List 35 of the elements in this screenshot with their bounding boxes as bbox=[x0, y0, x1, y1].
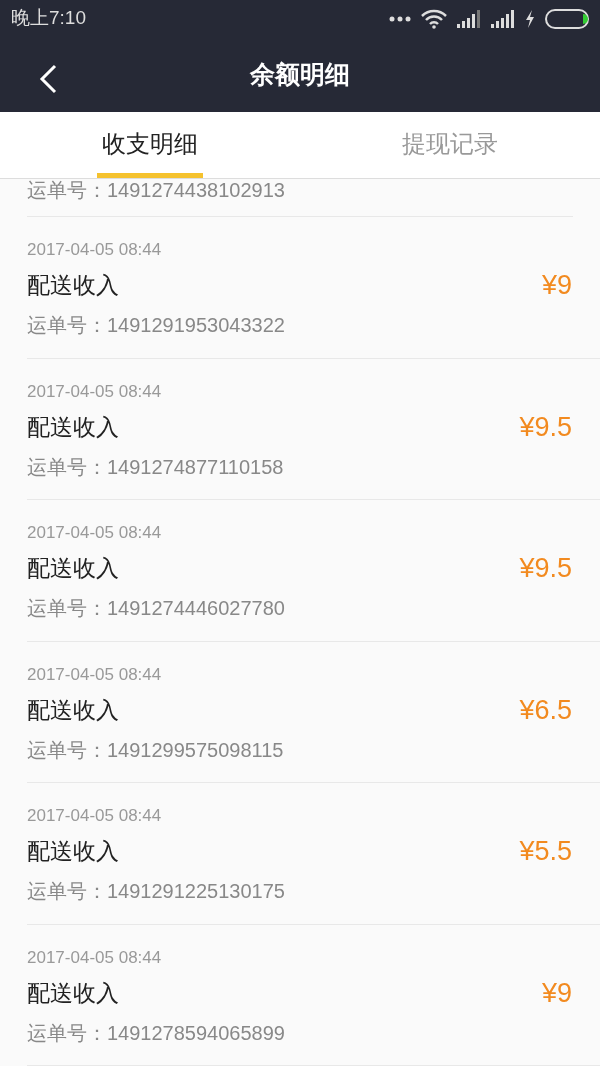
amount: ¥9.5 bbox=[519, 552, 572, 585]
amount: ¥9 bbox=[541, 976, 572, 1010]
signal-icon bbox=[457, 9, 481, 28]
amount: ¥6.5 bbox=[519, 693, 572, 727]
wifi-icon bbox=[421, 8, 447, 29]
tab[interactable]: 收支明细 bbox=[97, 112, 203, 178]
page-title: 余额明细 bbox=[250, 59, 350, 91]
status-time: 晚上7:10 bbox=[11, 6, 86, 31]
record-time: 2017-04-05 08:44 bbox=[27, 522, 163, 544]
battery-icon bbox=[545, 8, 589, 29]
signal-icon bbox=[491, 9, 515, 28]
record-title: 配送收入 bbox=[27, 412, 120, 442]
record-title: 配送收入 bbox=[27, 554, 120, 583]
order-number: 运单号：1491278594065899 bbox=[27, 1020, 285, 1046]
record-time: 2017-04-05 08:44 bbox=[27, 805, 163, 827]
order-number: 运单号：1491291953043322 bbox=[27, 313, 285, 338]
record-title: 配送收入 bbox=[27, 695, 120, 725]
back-icon bbox=[39, 64, 57, 95]
record-title: 配送收入 bbox=[27, 271, 120, 300]
record-title: 配送收入 bbox=[27, 978, 120, 1008]
charging-icon bbox=[525, 9, 535, 28]
record-time: 2017-04-05 08:44 bbox=[27, 239, 163, 261]
record-time: 2017-04-05 08:44 bbox=[27, 946, 163, 969]
order-number: 运单号：1491291225130175 bbox=[27, 879, 285, 904]
more-icon bbox=[389, 15, 411, 22]
amount: ¥9 bbox=[541, 269, 572, 302]
order-number: 运单号：1491299575098115 bbox=[27, 737, 284, 763]
order-number: 运单号：1491274877110158 bbox=[27, 454, 284, 480]
amount: ¥9.5 bbox=[519, 410, 572, 444]
record-time: 2017-04-05 08:44 bbox=[27, 663, 163, 686]
amount: ¥5.5 bbox=[519, 835, 572, 868]
order-number: 运单号：1491274438102913 bbox=[27, 179, 285, 201]
record-title: 配送收入 bbox=[27, 837, 120, 866]
order-number: 运单号：1491274446027780 bbox=[27, 596, 285, 621]
record-time: 2017-04-05 08:44 bbox=[27, 380, 163, 403]
